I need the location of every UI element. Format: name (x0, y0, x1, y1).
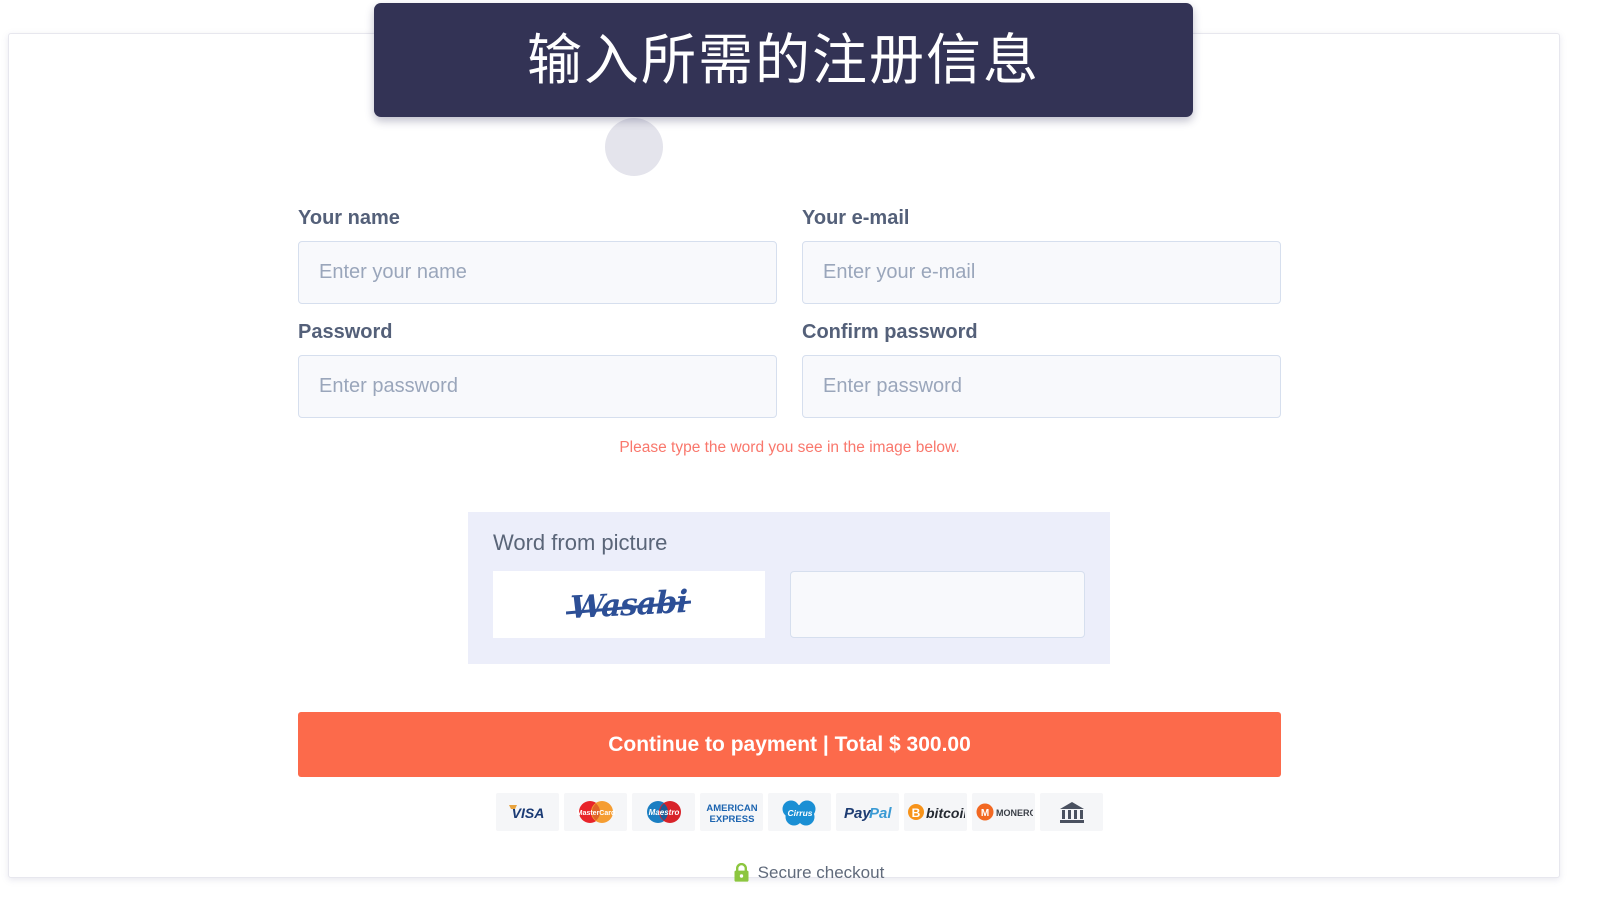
banner-title: 输入所需的注册信息 (526, 27, 1040, 92)
payment-method-american-express[interactable]: AMERICAN EXPRESS (700, 793, 763, 831)
svg-text:MONERO: MONERO (996, 808, 1033, 818)
field-email: Your e-mail Enter your e-mail (802, 206, 1281, 304)
password-input[interactable]: Enter password (298, 355, 777, 418)
captcha-answer-input[interactable] (789, 571, 1085, 638)
name-input[interactable]: Enter your name (298, 241, 777, 304)
captcha-image: Wasabi (493, 571, 765, 638)
secure-checkout-label: Secure checkout (757, 863, 885, 882)
captcha-body: Wasabi (493, 571, 1085, 638)
captcha-panel: Word from picture Wasabi (468, 512, 1110, 664)
svg-text:Maestro: Maestro (648, 808, 679, 817)
svg-text:Cirrus: Cirrus (787, 808, 812, 818)
svg-text:Pay: Pay (844, 805, 871, 822)
confirm-password-input[interactable]: Enter password (802, 355, 1281, 418)
field-label-name: Your name (298, 207, 400, 229)
maestro-icon: Maestro (646, 801, 681, 823)
field-label-email: Your e-mail (802, 207, 910, 229)
field-password: Password Enter password (298, 320, 777, 418)
monero-icon: M MONERO (976, 803, 1033, 821)
payment-method-mastercard[interactable]: MasterCard (564, 793, 627, 831)
field-label-password: Password (298, 321, 393, 343)
payment-method-bitcoin[interactable]: B bitcoin (904, 793, 967, 831)
page-card: Your name Enter your name Your e-mail En… (8, 33, 1560, 882)
lock-icon (734, 863, 749, 882)
cirrus-icon: Cirrus (782, 800, 815, 826)
payment-method-monero[interactable]: M MONERO (972, 793, 1035, 831)
page-banner: 输入所需的注册信息 (374, 3, 1193, 117)
form-row-2: Password Enter password Confirm password… (298, 320, 1281, 418)
registration-form: Your name Enter your name Your e-mail En… (298, 206, 1281, 468)
svg-text:B: B (911, 806, 920, 820)
field-name: Your name Enter your name (298, 206, 777, 304)
secure-checkout-row: Secure checkout (9, 863, 1599, 883)
visa-icon: VISA (508, 805, 544, 821)
form-row-1: Your name Enter your name Your e-mail En… (298, 206, 1281, 304)
payment-method-maestro[interactable]: Maestro (632, 793, 695, 831)
captcha-title: Word from picture (493, 530, 668, 555)
payment-method-bank-transfer[interactable] (1040, 793, 1103, 831)
payment-method-cirrus[interactable]: Cirrus (768, 793, 831, 831)
email-input[interactable]: Enter your e-mail (802, 241, 1281, 304)
american-express-icon: AMERICAN EXPRESS (706, 803, 757, 825)
svg-text:EXPRESS: EXPRESS (709, 814, 754, 825)
mastercard-icon: MasterCard (576, 801, 615, 823)
paypal-icon: Pay Pal (844, 805, 892, 822)
captcha-warning-text: Please type the word you see in the imag… (619, 439, 960, 456)
svg-text:bitcoin: bitcoin (926, 805, 965, 821)
bank-icon (1059, 802, 1084, 823)
svg-text:AMERICAN: AMERICAN (706, 803, 757, 814)
captcha-word-text: Wasabi (570, 583, 688, 626)
field-label-confirm-password: Confirm password (802, 321, 978, 343)
svg-text:MasterCard: MasterCard (576, 810, 615, 817)
avatar-placeholder (605, 118, 663, 176)
svg-text:Pal: Pal (869, 805, 892, 822)
field-confirm-password: Confirm password Enter password (802, 320, 1281, 418)
continue-to-payment-button[interactable]: Continue to payment | Total $ 300.00 (298, 712, 1281, 777)
payment-methods-list: VISA MasterCard Maestro AMERICAN EXPRESS… (496, 793, 1103, 831)
svg-text:M: M (980, 808, 988, 819)
svg-text:VISA: VISA (511, 805, 544, 821)
bitcoin-icon: B bitcoin (907, 804, 965, 821)
payment-method-paypal[interactable]: Pay Pal (836, 793, 899, 831)
payment-method-visa[interactable]: VISA (496, 793, 559, 831)
